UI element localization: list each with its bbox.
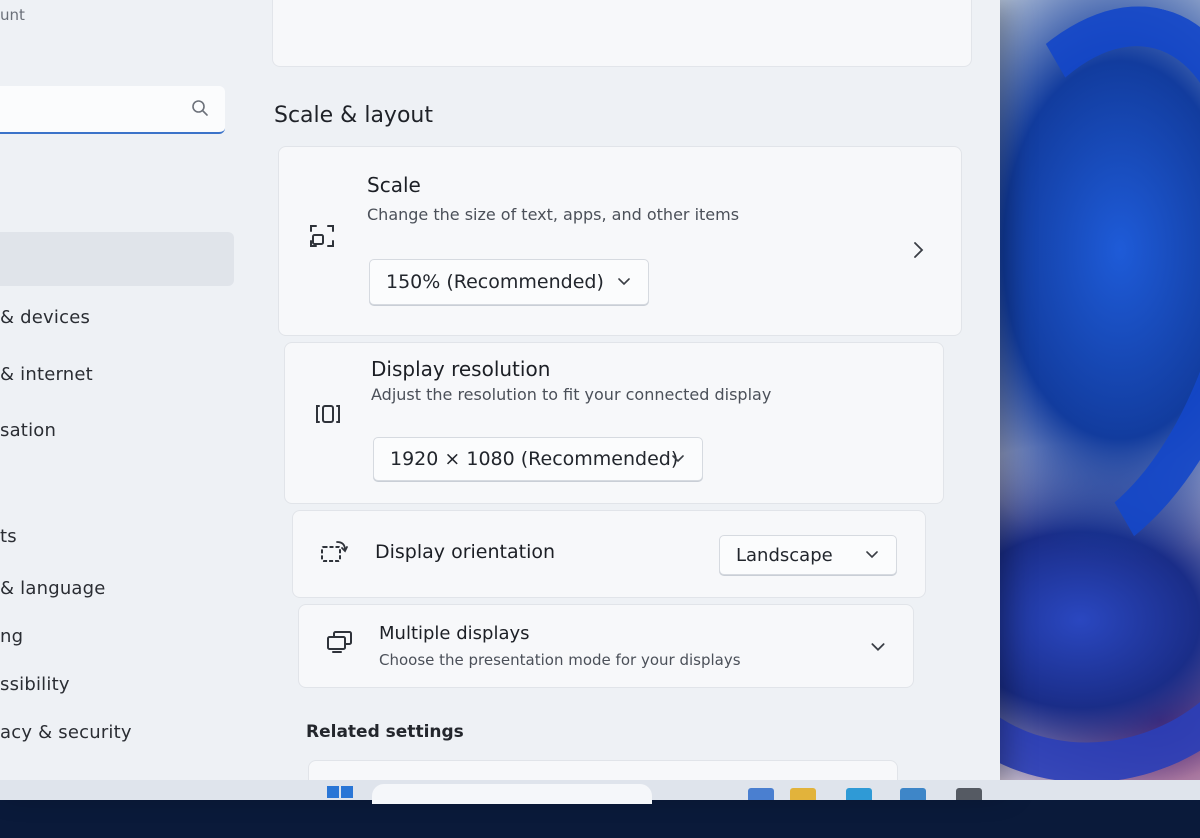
orientation-dropdown[interactable]: Landscape	[719, 535, 897, 575]
sidebar-item-bluetooth-devices[interactable]: & devices	[0, 307, 90, 328]
orientation-icon	[321, 541, 348, 562]
taskbar-app-icon[interactable]	[956, 788, 982, 800]
scale-title: Scale	[367, 173, 421, 197]
sidebar-item-time-language[interactable]: & language	[0, 578, 106, 599]
sidebar-item-system-selected[interactable]	[0, 232, 234, 286]
scale-description: Change the size of text, apps, and other…	[367, 205, 740, 224]
orientation-title: Display orientation	[375, 541, 556, 563]
sidebar-item-gaming[interactable]: ng	[0, 626, 23, 647]
settings-window: unt & devices & internet sation ts & lan…	[0, 0, 1000, 790]
multiple-displays-description: Choose the presentation mode for your di…	[379, 651, 741, 669]
orientation-value: Landscape	[736, 544, 833, 566]
related-settings-heading: Related settings	[306, 722, 464, 742]
sidebar-item-personalisation[interactable]: sation	[0, 420, 56, 441]
search-input[interactable]	[0, 86, 225, 134]
resolution-card: Display resolution Adjust the resolution…	[284, 342, 944, 504]
multiple-displays-icon	[327, 631, 352, 653]
sidebar-item-privacy-security[interactable]: acy & security	[0, 722, 132, 743]
scale-icon	[310, 225, 334, 247]
previous-card-strip	[272, 0, 972, 67]
resolution-description: Adjust the resolution to fit your connec…	[371, 385, 772, 404]
multiple-displays-card[interactable]: Multiple displays Choose the presentatio…	[298, 604, 914, 688]
sidebar-item-accessibility[interactable]: ssibility	[0, 674, 70, 695]
resolution-icon	[316, 405, 340, 423]
scale-dropdown[interactable]: 150% (Recommended)	[369, 259, 649, 305]
windows-start-icon[interactable]	[326, 784, 354, 800]
search-icon	[192, 100, 208, 116]
resolution-value: 1920 × 1080 (Recommended)	[390, 448, 679, 470]
taskbar-app-icon[interactable]	[846, 788, 872, 800]
section-title: Scale & layout	[274, 103, 433, 128]
chevron-down-icon	[618, 278, 630, 286]
sidebar-item-network-internet[interactable]: & internet	[0, 364, 93, 385]
resolution-dropdown[interactable]: 1920 × 1080 (Recommended)	[373, 437, 703, 481]
multiple-displays-title: Multiple displays	[379, 623, 530, 644]
taskbar-app-icon[interactable]	[900, 788, 926, 800]
folder-icon[interactable]	[790, 788, 816, 800]
chevron-down-icon[interactable]	[871, 643, 885, 652]
sidebar: unt & devices & internet sation ts & lan…	[0, 0, 240, 790]
chevron-down-icon	[866, 551, 878, 559]
chevron-down-icon	[672, 455, 684, 463]
resolution-title: Display resolution	[371, 357, 551, 381]
taskbar-search[interactable]	[372, 784, 652, 804]
orientation-card: Display orientation Landscape	[292, 510, 926, 598]
chevron-right-icon[interactable]	[913, 241, 925, 259]
account-label: unt	[0, 6, 25, 24]
scale-value: 150% (Recommended)	[386, 271, 604, 293]
taskbar-app-icon[interactable]	[748, 788, 774, 800]
sidebar-item-accounts[interactable]: ts	[0, 526, 17, 547]
scale-card[interactable]: Scale Change the size of text, apps, and…	[278, 146, 962, 336]
